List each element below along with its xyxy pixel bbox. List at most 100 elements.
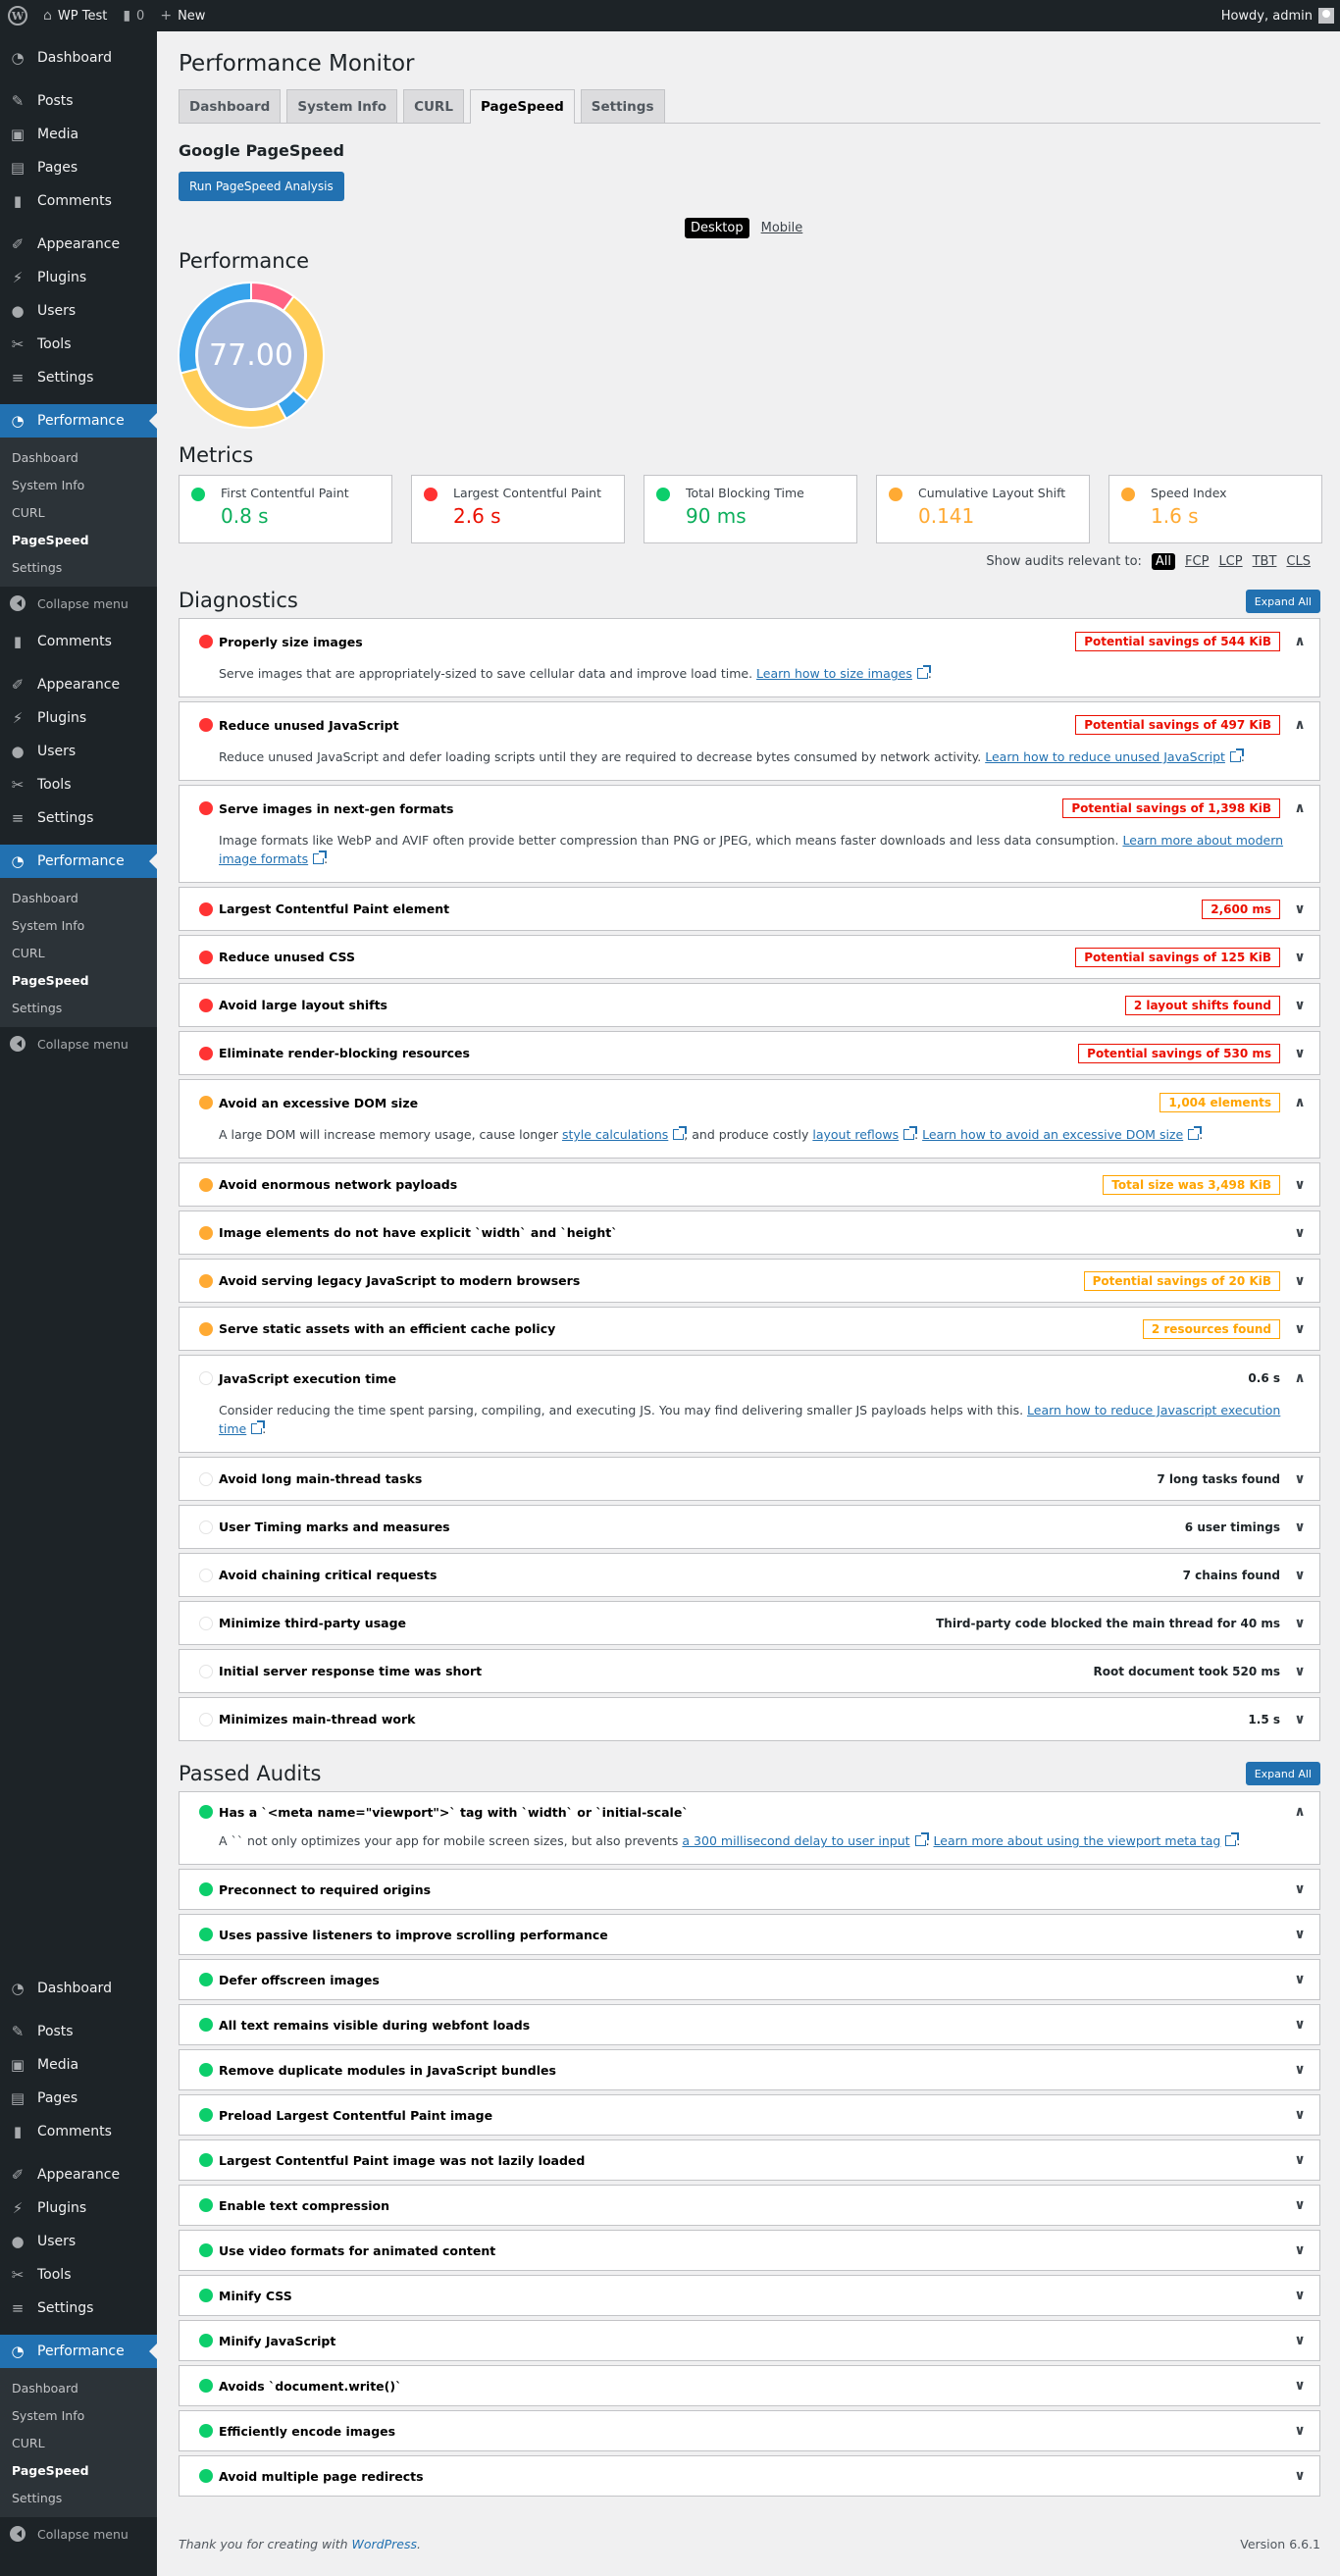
passed-audit-item[interactable]: Remove duplicate modules in JavaScript b… — [179, 2049, 1320, 2090]
audit-header[interactable]: Minimize third-party usage Third-party co… — [180, 1602, 1319, 1644]
passed-audit-item[interactable]: Has a `<meta name="viewport">` tag with … — [179, 1791, 1320, 1865]
audit-item[interactable]: Avoid serving legacy JavaScript to moder… — [179, 1259, 1320, 1303]
passed-audit-item[interactable]: Enable text compression ∨ — [179, 2185, 1320, 2226]
audit-item[interactable]: Reduce unused JavaScript Potential saving… — [179, 701, 1320, 781]
audit-header[interactable]: Largest Contentful Paint image was not l… — [180, 2140, 1319, 2180]
chevron-up-icon[interactable]: ∧ — [1280, 1370, 1319, 1386]
audit-header[interactable]: Preload Largest Contentful Paint image ∨ — [180, 2095, 1319, 2135]
learn-more-link[interactable]: style calculations — [562, 1127, 668, 1142]
audit-item[interactable]: Minimizes main-thread work 1.5 s ∨ — [179, 1697, 1320, 1741]
wp-logo-menu[interactable]: W — [0, 0, 35, 31]
passed-audit-item[interactable]: Avoids `document.write()` ∨ — [179, 2365, 1320, 2406]
audit-header[interactable]: Minify JavaScript ∨ — [180, 2321, 1319, 2360]
audit-header[interactable]: Properly size images Potential savings of… — [180, 619, 1319, 664]
submenu-item-pagespeed[interactable]: PageSpeed — [0, 2456, 157, 2484]
tab-system-info[interactable]: System Info — [286, 89, 398, 123]
passed-audit-item[interactable]: Defer offscreen images ∨ — [179, 1959, 1320, 2000]
chevron-down-icon[interactable]: ∨ — [1280, 2107, 1319, 2123]
diagnostics-expand-all-button[interactable]: Expand All — [1245, 590, 1320, 613]
audit-header[interactable]: Serve static assets with an efficient ca… — [180, 1308, 1319, 1350]
audit-header[interactable]: Efficiently encode images ∨ — [180, 2411, 1319, 2450]
audit-header[interactable]: Avoids `document.write()` ∨ — [180, 2366, 1319, 2405]
chevron-up-icon[interactable]: ∧ — [1280, 1804, 1319, 1820]
chevron-down-icon[interactable]: ∨ — [1280, 902, 1319, 917]
audit-item[interactable]: User Timing marks and measures 6 user tim… — [179, 1505, 1320, 1549]
audit-header[interactable]: Eliminate render-blocking resources Poten… — [180, 1032, 1319, 1074]
audit-item[interactable]: Avoid enormous network payloads Total siz… — [179, 1162, 1320, 1207]
sidebar-item-appearance[interactable]: ✐ Appearance — [0, 228, 157, 261]
learn-more-link[interactable]: layout reflows — [812, 1127, 899, 1142]
chevron-down-icon[interactable]: ∨ — [1280, 950, 1319, 965]
audit-item[interactable]: Minimize third-party usage Third-party co… — [179, 1601, 1320, 1645]
sidebar-item-posts[interactable]: ✎ Posts — [0, 2015, 157, 2048]
audit-item[interactable]: JavaScript execution time 0.6 s ∧ Consider … — [179, 1355, 1320, 1453]
audit-header[interactable]: Enable text compression ∨ — [180, 2186, 1319, 2225]
sidebar-item-dashboard[interactable]: ◔ Dashboard — [0, 41, 157, 75]
filter-cls[interactable]: CLS — [1286, 554, 1311, 569]
chevron-down-icon[interactable]: ∨ — [1280, 2017, 1319, 2033]
submenu-item-settings[interactable]: Settings — [0, 994, 157, 1021]
audit-item[interactable]: Image elements do not have explicit `wid… — [179, 1211, 1320, 1255]
submenu-item-dashboard[interactable]: Dashboard — [0, 443, 157, 471]
audit-header[interactable]: Avoid long main-thread tasks 7 long tasks… — [180, 1458, 1319, 1500]
sidebar-item-media[interactable]: ▣ Media — [0, 2048, 157, 2082]
sidebar-item-appearance[interactable]: ✐ Appearance — [0, 668, 157, 701]
device-mobile[interactable]: Mobile — [761, 221, 803, 235]
collapse-menu-button[interactable]: Collapse menu — [0, 2517, 157, 2550]
audit-header[interactable]: Minimizes main-thread work 1.5 s ∨ — [180, 1698, 1319, 1740]
submenu-item-system-info[interactable]: System Info — [0, 911, 157, 939]
chevron-down-icon[interactable]: ∨ — [1280, 2152, 1319, 2168]
passed-audit-item[interactable]: Preconnect to required origins ∨ — [179, 1869, 1320, 1910]
filter-fcp[interactable]: FCP — [1185, 554, 1209, 569]
submenu-item-dashboard[interactable]: Dashboard — [0, 2374, 157, 2401]
chevron-down-icon[interactable]: ∨ — [1280, 1568, 1319, 1583]
audit-header[interactable]: JavaScript execution time 0.6 s ∧ — [180, 1356, 1319, 1401]
chevron-down-icon[interactable]: ∨ — [1280, 1712, 1319, 1727]
passed-audit-item[interactable]: Use video formats for animated content ∨ — [179, 2230, 1320, 2271]
passed-audit-item[interactable]: Minify JavaScript ∨ — [179, 2320, 1320, 2361]
passed-audit-item[interactable]: Avoid multiple page redirects ∨ — [179, 2455, 1320, 2497]
audit-header[interactable]: Avoid enormous network payloads Total siz… — [180, 1163, 1319, 1206]
audit-header[interactable]: User Timing marks and measures 6 user tim… — [180, 1506, 1319, 1548]
chevron-down-icon[interactable]: ∨ — [1280, 1927, 1319, 1942]
chevron-down-icon[interactable]: ∨ — [1280, 1321, 1319, 1337]
tab-curl[interactable]: CURL — [403, 89, 464, 123]
learn-more-link[interactable]: Learn more about using the viewport meta… — [934, 1833, 1221, 1848]
device-desktop[interactable]: Desktop — [685, 218, 749, 238]
sidebar-item-performance[interactable]: ◔ Performance — [0, 845, 157, 878]
audit-header[interactable]: Image elements do not have explicit `wid… — [180, 1211, 1319, 1254]
tab-dashboard[interactable]: Dashboard — [179, 89, 282, 123]
sidebar-item-settings[interactable]: ≡ Settings — [0, 361, 157, 394]
audit-item[interactable]: Properly size images Potential savings of… — [179, 618, 1320, 697]
run-pagespeed-button[interactable]: Run PageSpeed Analysis — [179, 172, 344, 201]
learn-more-link[interactable]: a 300 millisecond delay to user input — [682, 1833, 909, 1848]
learn-more-link[interactable]: Learn how to avoid an excessive DOM size — [922, 1127, 1183, 1142]
sidebar-item-settings[interactable]: ≡ Settings — [0, 801, 157, 835]
submenu-item-system-info[interactable]: System Info — [0, 2401, 157, 2429]
sidebar-item-performance[interactable]: ◔ Performance — [0, 2335, 157, 2368]
audit-item[interactable]: Reduce unused CSS Potential savings of 12… — [179, 935, 1320, 979]
submenu-item-settings[interactable]: Settings — [0, 553, 157, 581]
audit-header[interactable]: Remove duplicate modules in JavaScript b… — [180, 2050, 1319, 2089]
audit-item[interactable]: Largest Contentful Paint element 2,600 ms… — [179, 887, 1320, 931]
filter-all[interactable]: All — [1151, 553, 1176, 570]
chevron-down-icon[interactable]: ∨ — [1280, 1273, 1319, 1289]
new-content-link[interactable]: + New — [152, 0, 213, 31]
tab-settings[interactable]: Settings — [580, 89, 665, 123]
audit-header[interactable]: Avoid an excessive DOM size 1,004 element… — [180, 1080, 1319, 1125]
submenu-item-pagespeed[interactable]: PageSpeed — [0, 966, 157, 994]
chevron-down-icon[interactable]: ∨ — [1280, 2242, 1319, 2258]
audit-item[interactable]: Avoid an excessive DOM size 1,004 element… — [179, 1079, 1320, 1159]
sidebar-item-plugins[interactable]: ⚡ Plugins — [0, 261, 157, 294]
tab-pagespeed[interactable]: PageSpeed — [469, 89, 575, 124]
audit-header[interactable]: Largest Contentful Paint element 2,600 ms… — [180, 888, 1319, 930]
comments-link[interactable]: ▮ 0 — [115, 0, 152, 31]
chevron-down-icon[interactable]: ∨ — [1280, 1972, 1319, 1987]
chevron-up-icon[interactable]: ∧ — [1280, 634, 1319, 649]
submenu-item-pagespeed[interactable]: PageSpeed — [0, 526, 157, 553]
audit-header[interactable]: All text remains visible during webfont … — [180, 2005, 1319, 2044]
chevron-down-icon[interactable]: ∨ — [1280, 2333, 1319, 2348]
chevron-down-icon[interactable]: ∨ — [1280, 2197, 1319, 2213]
passed-audit-item[interactable]: Minify CSS ∨ — [179, 2275, 1320, 2316]
filter-lcp[interactable]: LCP — [1218, 554, 1242, 569]
